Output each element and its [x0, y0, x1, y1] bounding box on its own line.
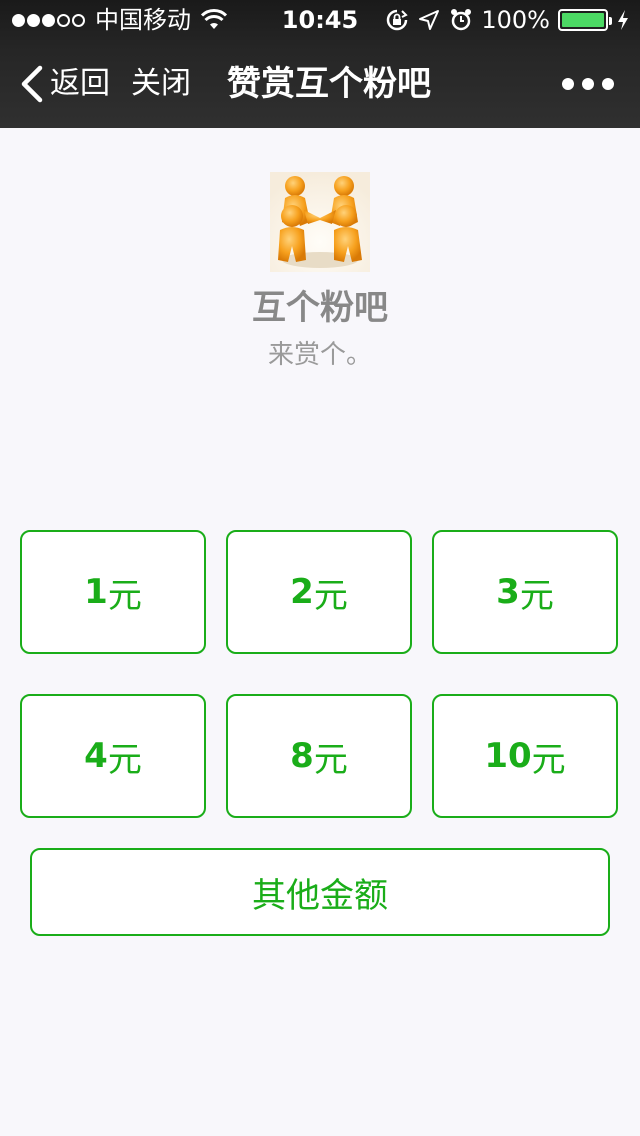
other-amount-button[interactable]: 其他金额 [30, 848, 610, 936]
charging-icon [618, 10, 628, 30]
amount-button-1[interactable]: 1元 [20, 530, 206, 654]
profile-description: 来赏个。 [267, 340, 372, 370]
more-dot [562, 78, 574, 90]
battery-icon [558, 9, 612, 31]
location-icon [419, 10, 440, 30]
teamwork-figures-image [278, 176, 362, 268]
close-button[interactable]: 关闭 [131, 64, 191, 104]
amount-unit: 元 [519, 575, 554, 616]
amount-value: 2 [290, 572, 314, 612]
amount-value: 3 [496, 572, 520, 612]
amount-unit: 元 [107, 739, 142, 780]
amount-value: 4 [84, 736, 108, 776]
amount-button-2[interactable]: 2元 [226, 530, 412, 654]
back-chevron-icon[interactable] [20, 64, 44, 104]
amount-unit: 元 [313, 739, 348, 780]
battery-percentage: 100% [481, 6, 550, 34]
more-dots-icon[interactable] [562, 78, 614, 90]
amount-button-4[interactable]: 4元 [20, 694, 206, 818]
page-title: 赞赏互个粉吧 [227, 64, 431, 104]
status-bar: 中国移动 10:45 100% [0, 0, 640, 40]
amount-value: 1 [84, 572, 108, 612]
status-right: 100% [385, 0, 630, 40]
more-dot [602, 78, 614, 90]
nav-bar: 返回 关闭 赞赏互个粉吧 [0, 40, 640, 128]
amount-unit: 元 [107, 575, 142, 616]
amount-button-10[interactable]: 10 元 [432, 694, 618, 818]
more-dot [582, 78, 594, 90]
alarm-icon [451, 9, 472, 31]
amount-value: 10 [484, 736, 532, 776]
amount-value: 8 [290, 736, 314, 776]
amount-button-3[interactable]: 3元 [432, 530, 618, 654]
profile-name: 互个粉吧 [252, 288, 388, 328]
amount-unit: 元 [313, 575, 348, 616]
amount-unit: 元 [531, 739, 566, 780]
battery-nub [609, 17, 612, 25]
rotation-lock-icon [387, 9, 409, 31]
avatar [270, 172, 370, 272]
amount-button-8[interactable]: 8元 [226, 694, 412, 818]
back-button[interactable]: 返回 [50, 64, 110, 104]
battery-fill [562, 13, 604, 27]
top-bar: 中国移动 10:45 100% 返回 关闭 赞赏互个粉吧 [0, 0, 640, 128]
